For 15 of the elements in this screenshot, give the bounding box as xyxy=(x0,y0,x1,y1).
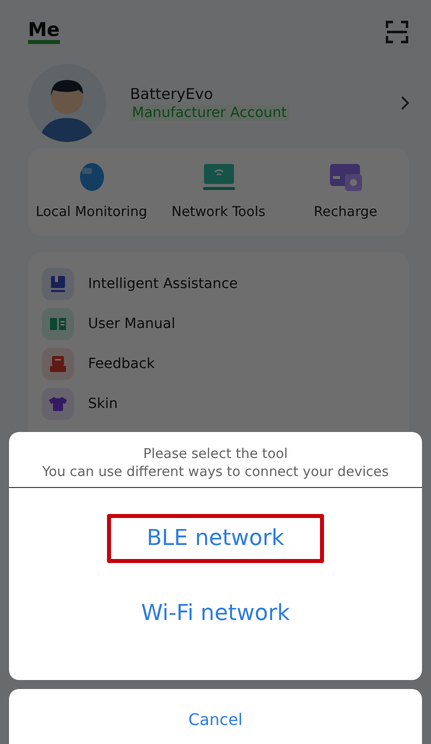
user-name: BatteryEvo xyxy=(130,85,214,103)
account-type-tag: Manufacturer Account xyxy=(130,105,289,121)
quick-action-button[interactable]: Local Monitoring xyxy=(28,162,155,220)
network-option[interactable]: Wi-Fi network xyxy=(101,589,330,638)
sheet-title: Please select the tool xyxy=(143,446,288,462)
network-option[interactable]: BLE network xyxy=(106,514,324,563)
menu-item[interactable]: User Manual xyxy=(88,316,176,332)
cancel-button[interactable]: Cancel xyxy=(9,689,422,744)
menu-item[interactable]: Skin xyxy=(88,396,118,412)
menu-item[interactable]: Intelligent Assistance xyxy=(88,276,238,292)
sheet-subtitle: You can use different ways to connect your devices xyxy=(42,464,389,480)
quick-action-button[interactable]: Network Tools xyxy=(155,162,282,220)
page-title: Me xyxy=(28,20,60,44)
menu-item[interactable]: Feedback xyxy=(88,356,155,372)
quick-action-button[interactable]: Recharge xyxy=(282,162,409,220)
